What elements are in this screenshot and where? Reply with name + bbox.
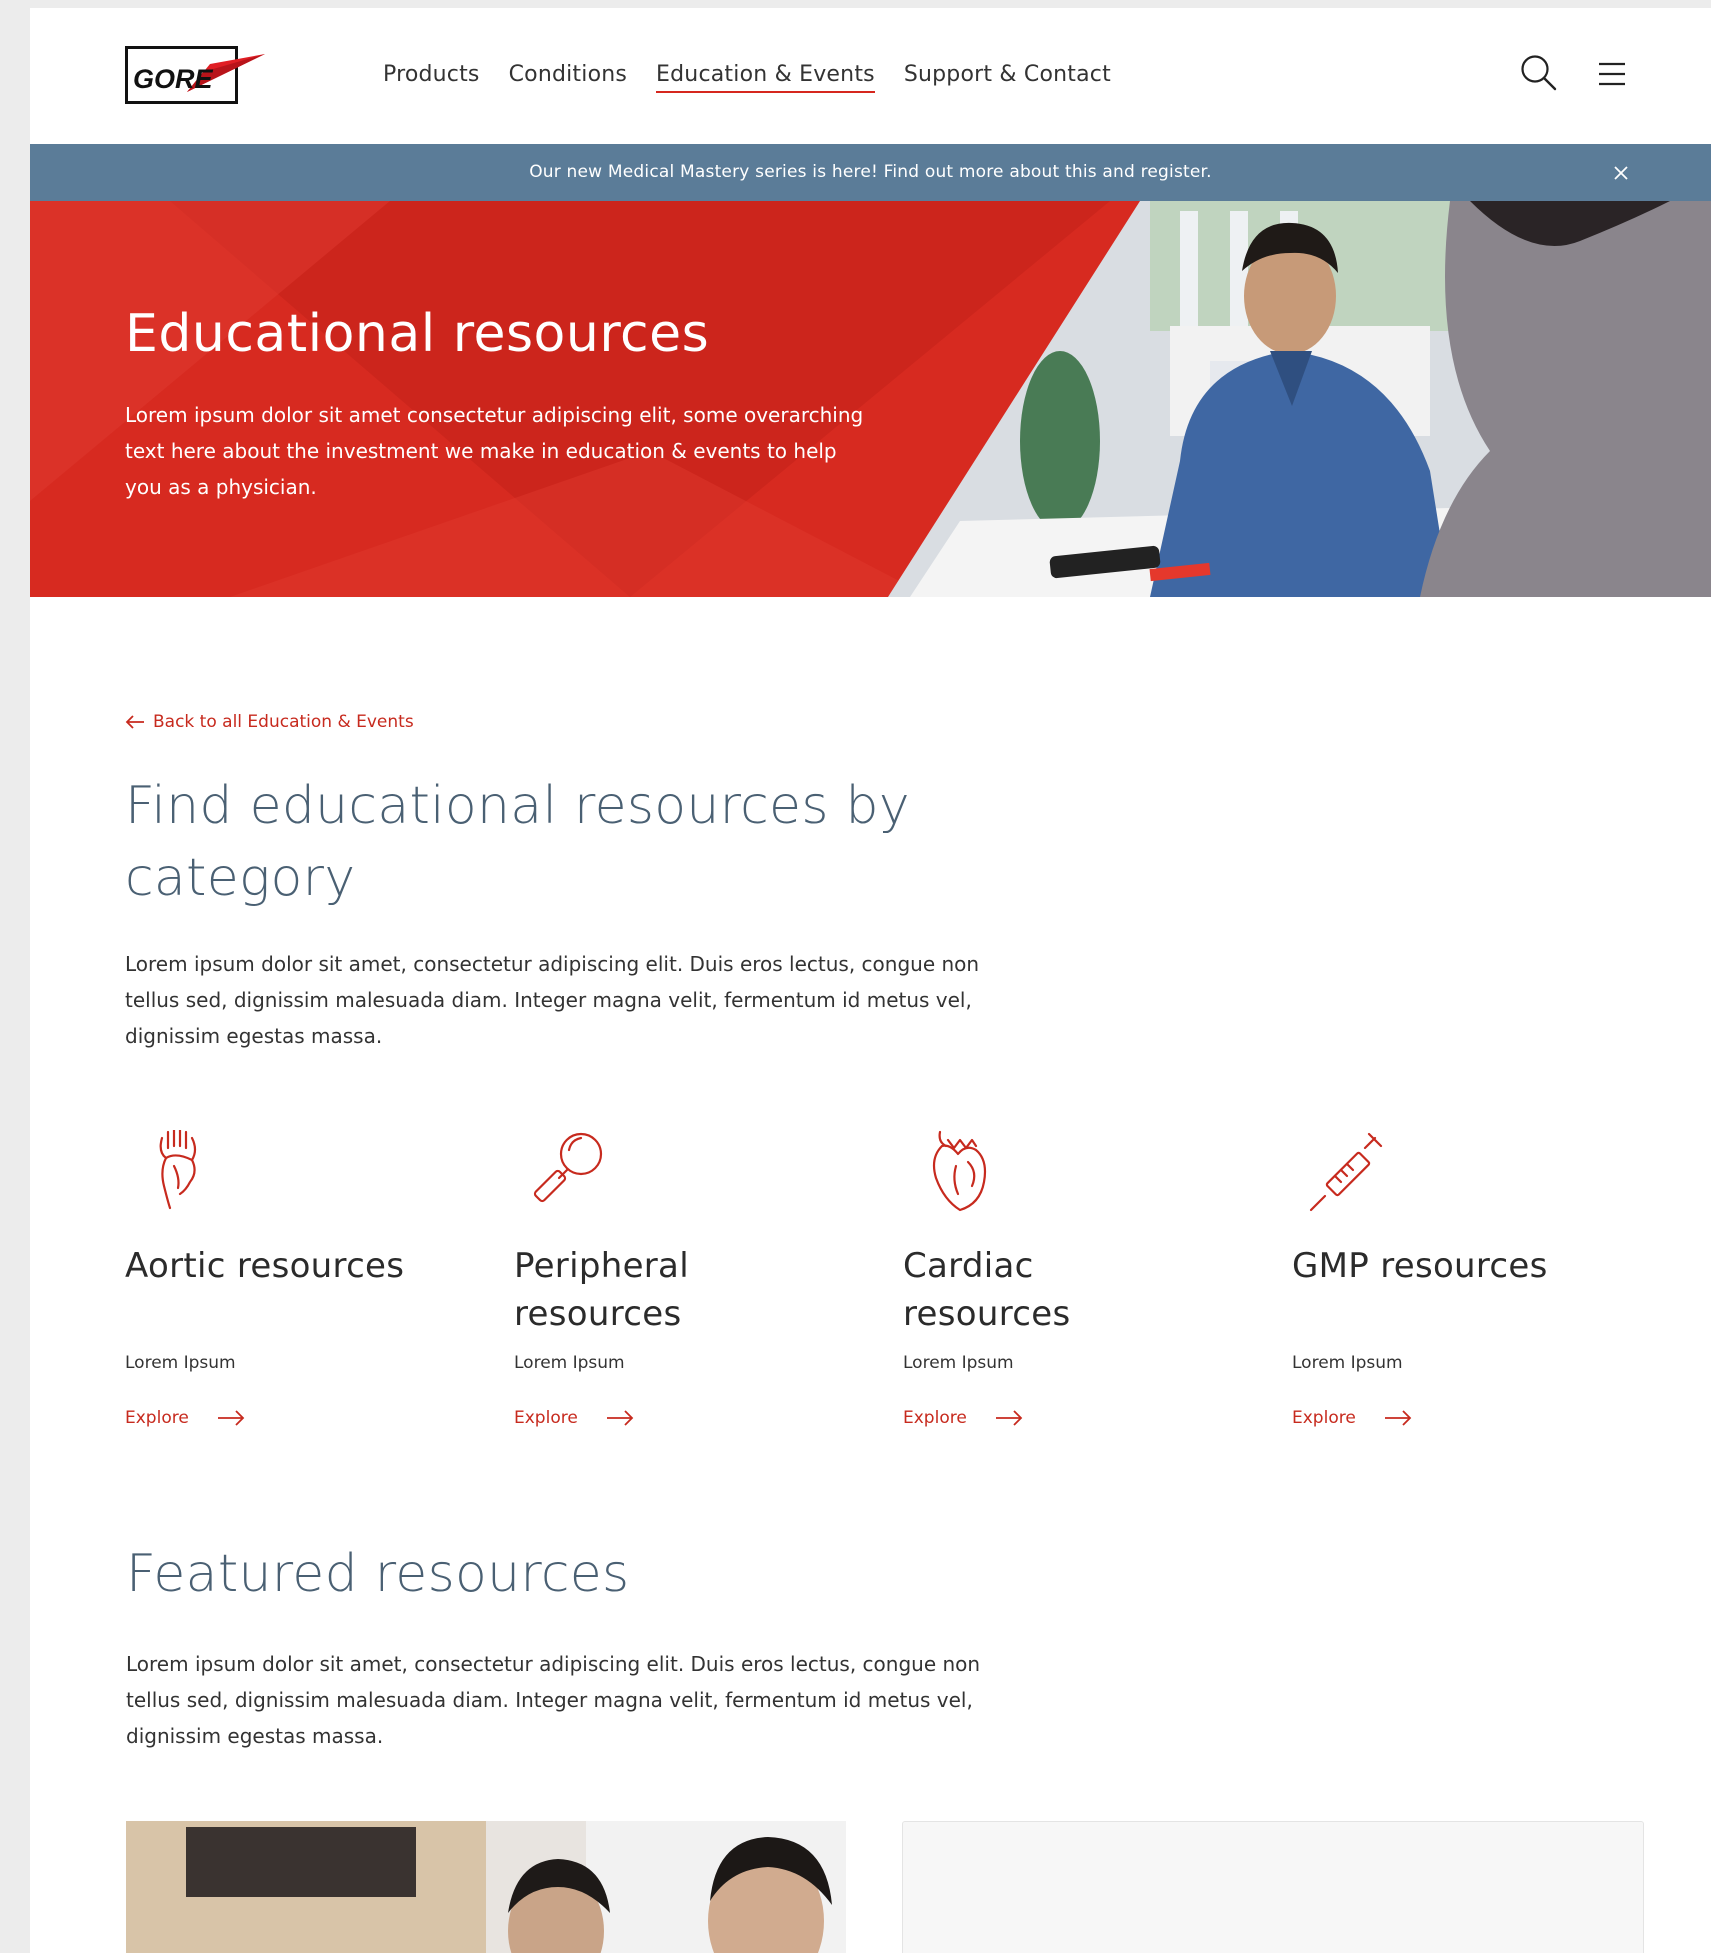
- featured-card[interactable]: [902, 1821, 1644, 1953]
- announcement-text[interactable]: Our new Medical Mastery series is here! …: [30, 162, 1711, 182]
- hero-description: Lorem ipsum dolor sit amet consectetur a…: [125, 403, 864, 499]
- nav-products[interactable]: Products: [383, 62, 480, 93]
- category-card-gmp: GMP resources Lorem Ipsum Explore: [1292, 1130, 1652, 1440]
- explore-link-gmp[interactable]: Explore: [1292, 1408, 1412, 1428]
- featured-image[interactable]: [126, 1821, 866, 1953]
- explore-label: Explore: [903, 1408, 967, 1428]
- category-title: Aortic resources: [125, 1246, 405, 1286]
- nav-support-contact[interactable]: Support & Contact: [904, 62, 1111, 93]
- category-title: Cardiac resources: [903, 1246, 1071, 1334]
- hero-title: Educational resources: [125, 304, 710, 364]
- logo-wordmark: GORE: [133, 64, 214, 94]
- category-cards: Aortic resources Lorem Ipsum Explore Per…: [125, 1130, 1685, 1440]
- category-card-peripheral: Peripheral resources Lorem Ipsum Explore: [514, 1130, 874, 1440]
- category-title: Peripheral resources: [514, 1246, 689, 1334]
- syringe-icon: [1309, 1132, 1383, 1212]
- explore-link-peripheral[interactable]: Explore: [514, 1408, 634, 1428]
- explore-link-cardiac[interactable]: Explore: [903, 1408, 1023, 1428]
- arrow-right-icon: [217, 1410, 245, 1426]
- arrow-left-icon: [125, 715, 144, 729]
- hamburger-menu-icon[interactable]: [1597, 60, 1627, 88]
- main-nav: Products Conditions Education & Events S…: [383, 62, 1111, 93]
- category-subtitle: Lorem Ipsum: [903, 1353, 1014, 1373]
- aorta-icon: [159, 1130, 197, 1210]
- nav-education-events[interactable]: Education & Events: [656, 62, 875, 93]
- featured-title: Featured resources: [126, 1544, 630, 1604]
- page: GORE Products Conditions Education & Eve…: [30, 8, 1711, 1953]
- category-card-aortic: Aortic resources Lorem Ipsum Explore: [125, 1130, 485, 1440]
- section-description: Lorem ipsum dolor sit amet, consectetur …: [125, 952, 980, 1048]
- category-subtitle: Lorem Ipsum: [1292, 1353, 1403, 1373]
- explore-label: Explore: [1292, 1408, 1356, 1428]
- category-title: GMP resources: [1292, 1246, 1548, 1286]
- announcement-bar: Our new Medical Mastery series is here! …: [30, 144, 1711, 201]
- arrow-right-icon: [995, 1410, 1023, 1426]
- section-title: Find educational resources by category: [125, 776, 910, 908]
- back-link[interactable]: Back to all Education & Events: [125, 712, 414, 732]
- search-icon[interactable]: [1520, 54, 1558, 92]
- close-icon[interactable]: [1612, 164, 1630, 182]
- nav-conditions[interactable]: Conditions: [509, 62, 627, 93]
- category-card-cardiac: Cardiac resources Lorem Ipsum Explore: [903, 1130, 1263, 1440]
- back-link-label: Back to all Education & Events: [153, 712, 414, 732]
- explore-label: Explore: [514, 1408, 578, 1428]
- site-header: GORE Products Conditions Education & Eve…: [30, 8, 1711, 144]
- magnifier-icon: [533, 1132, 603, 1203]
- hero-banner: Educational resources Lorem ipsum dolor …: [30, 201, 1711, 597]
- gore-logo[interactable]: GORE: [125, 46, 270, 108]
- category-subtitle: Lorem Ipsum: [125, 1353, 236, 1373]
- featured-photo: [126, 1821, 866, 1953]
- heart-icon: [932, 1130, 987, 1212]
- explore-label: Explore: [125, 1408, 189, 1428]
- featured-description: Lorem ipsum dolor sit amet, consectetur …: [126, 1652, 981, 1748]
- category-subtitle: Lorem Ipsum: [514, 1353, 625, 1373]
- explore-link-aortic[interactable]: Explore: [125, 1408, 245, 1428]
- arrow-right-icon: [606, 1410, 634, 1426]
- arrow-right-icon: [1384, 1410, 1412, 1426]
